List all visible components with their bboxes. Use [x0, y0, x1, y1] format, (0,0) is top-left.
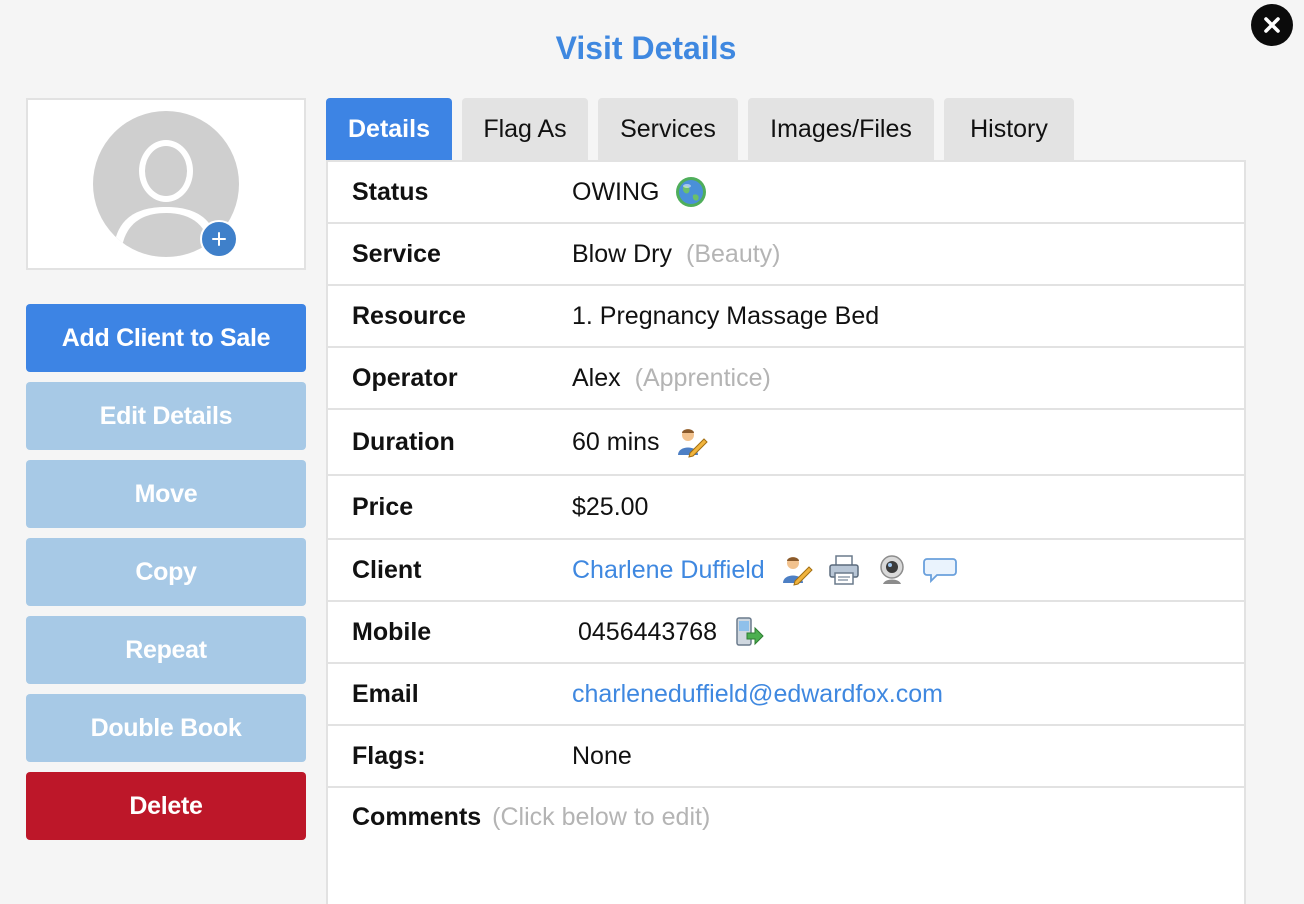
service-category: (Beauty) [686, 239, 781, 268]
delete-button[interactable]: Delete [26, 772, 306, 840]
duration-row: Duration 60 mins [328, 410, 1244, 476]
speech-bubble-icon[interactable] [922, 553, 957, 587]
tab-images-files[interactable]: Images/Files [748, 98, 934, 160]
client-avatar-panel [26, 98, 306, 270]
operator-label: Operator [352, 364, 458, 392]
flags-value: None [572, 741, 632, 770]
send-sms-icon[interactable] [731, 615, 765, 649]
status-row: Status OWING [328, 162, 1244, 224]
close-icon [1264, 17, 1280, 33]
resource-row: Resource 1. Pregnancy Massage Bed [328, 286, 1244, 348]
email-label: Email [352, 680, 419, 708]
repeat-button[interactable]: Repeat [26, 616, 306, 684]
flags-row: Flags: None [328, 726, 1244, 788]
flags-label: Flags: [352, 742, 426, 770]
email-row: Email charleneduffield@edwardfox.com [328, 664, 1244, 726]
resource-label: Resource [352, 302, 466, 330]
printer-icon[interactable] [827, 553, 861, 587]
add-client-to-sale-button[interactable]: Add Client to Sale [26, 304, 306, 372]
service-label: Service [352, 240, 441, 268]
tab-history[interactable]: History [944, 98, 1074, 160]
price-row: Price $25.00 [328, 476, 1244, 540]
mobile-value: 0456443768 [578, 617, 718, 646]
status-label: Status [352, 178, 429, 206]
plus-icon [212, 232, 226, 246]
move-button[interactable]: Move [26, 460, 306, 528]
copy-button[interactable]: Copy [26, 538, 306, 606]
service-row: Service Blow Dry (Beauty) [328, 224, 1244, 286]
client-row: Client Charlene Duffield [328, 540, 1244, 602]
edit-person-icon[interactable] [674, 425, 708, 459]
double-book-button[interactable]: Double Book [26, 694, 306, 762]
tab-details[interactable]: Details [326, 98, 452, 160]
globe-icon[interactable] [674, 175, 708, 209]
operator-role: (Apprentice) [634, 363, 771, 392]
tab-services[interactable]: Services [598, 98, 738, 160]
webcam-icon[interactable] [875, 553, 909, 587]
status-value: OWING [572, 177, 660, 206]
dialog-title: Visit Details [555, 30, 737, 66]
client-label: Client [352, 556, 422, 584]
price-label: Price [352, 493, 414, 521]
tab-flag-as[interactable]: Flag As [462, 98, 588, 160]
duration-value: 60 mins [572, 427, 660, 456]
mobile-label: Mobile [352, 618, 432, 646]
price-value: $25.00 [572, 492, 649, 521]
comments-label: Comments [352, 803, 482, 831]
client-name-link[interactable]: Charlene Duffield [572, 556, 765, 585]
service-value: Blow Dry [572, 239, 673, 268]
operator-row: Operator Alex (Apprentice) [328, 348, 1244, 410]
add-photo-button[interactable] [200, 220, 238, 258]
mobile-row: Mobile 0456443768 [328, 602, 1244, 664]
comments-edit-area[interactable] [328, 842, 1244, 904]
duration-label: Duration [352, 428, 455, 456]
operator-value: Alex [572, 363, 621, 392]
email-link[interactable]: charleneduffield@edwardfox.com [572, 680, 943, 709]
edit-details-button[interactable]: Edit Details [26, 382, 306, 450]
comments-header: Comments (Click below to edit) [352, 802, 710, 832]
close-button[interactable] [1251, 4, 1293, 46]
details-panel: Status OWING Service Blow Dry (Beauty) R… [326, 160, 1246, 904]
comments-hint: (Click below to edit) [492, 803, 711, 831]
resource-value: 1. Pregnancy Massage Bed [572, 301, 880, 330]
edit-person-icon[interactable] [779, 553, 813, 587]
